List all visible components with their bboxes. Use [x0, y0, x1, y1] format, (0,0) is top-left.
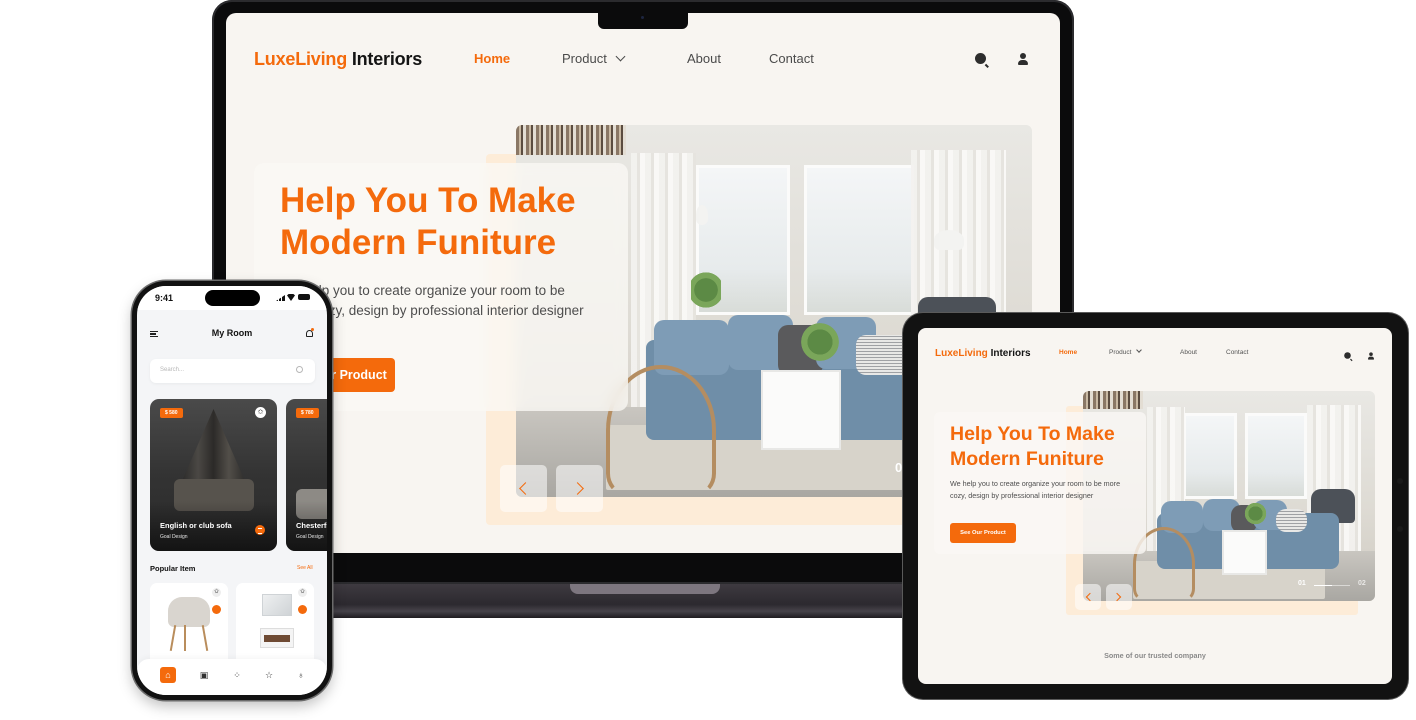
slider-next-button[interactable]	[556, 465, 603, 512]
card-action-button[interactable]	[298, 605, 307, 614]
card-action-button[interactable]	[255, 525, 265, 535]
bottom-tab-bar: ⌂ ▣ ⁘ ☆ ♁	[137, 659, 327, 695]
nav-product[interactable]: Product	[562, 51, 626, 66]
nav-home[interactable]: Home	[1059, 349, 1077, 356]
battery-icon	[298, 294, 310, 300]
slider-next-button[interactable]	[1106, 584, 1132, 610]
product-name: Chesterfield	[296, 521, 327, 530]
slide-counter: 0	[895, 460, 903, 475]
slide-progress-fill	[1314, 585, 1332, 586]
chevron-down-icon	[615, 51, 626, 62]
favorite-star-icon[interactable]: ✩	[212, 588, 221, 597]
tab-grid-icon[interactable]: ⁘	[229, 667, 245, 683]
tab-home-icon[interactable]: ⌂	[160, 667, 176, 683]
notification-dot	[311, 328, 314, 331]
brand-name-secondary: Interiors	[351, 49, 423, 69]
tablet-sensor	[1397, 526, 1403, 532]
chevron-right-icon	[1112, 592, 1122, 602]
status-bar: 9:41	[137, 286, 327, 310]
search-input[interactable]: Search...	[150, 359, 315, 383]
user-icon[interactable]	[1018, 53, 1028, 65]
nav-product-label: Product	[1109, 349, 1132, 356]
notification-bell-icon[interactable]	[306, 330, 313, 337]
nav-about[interactable]: About	[1180, 349, 1197, 356]
hero-headline-line2: Modern Funiture	[280, 223, 557, 262]
dynamic-island	[205, 290, 260, 306]
brand-logo[interactable]: LuxeLiving Interiors	[254, 49, 422, 70]
hero-headline-line1: Help You To Make	[950, 423, 1115, 445]
brand-name-secondary: Interiors	[990, 348, 1031, 359]
tab-calendar-icon[interactable]: ▣	[196, 667, 212, 683]
price-badge: $ 580	[160, 408, 183, 418]
chevron-down-icon	[1136, 347, 1143, 353]
wifi-icon	[287, 294, 295, 301]
slide-progress-bar	[1314, 585, 1350, 586]
product-name: English or club sofa	[160, 521, 232, 530]
search-icon[interactable]	[975, 53, 986, 64]
hero-headline-line1: Help You To Make	[280, 181, 576, 220]
tablet-screen: LuxeLiving Interiors Home Product About …	[918, 328, 1392, 684]
card-action-button[interactable]	[212, 605, 221, 614]
laptop-camera-notch	[598, 13, 688, 29]
nav-product[interactable]: Product	[1109, 347, 1143, 356]
phone-screen: 9:41 My Room Search... $ 580 ✩ English o…	[137, 286, 327, 695]
section-title: Popular Item	[150, 564, 196, 573]
tab-profile-icon[interactable]: ♁	[293, 667, 309, 683]
nav-product-label: Product	[562, 51, 607, 66]
product-brand: Goal Design	[296, 534, 324, 540]
chevron-left-icon	[1085, 592, 1095, 602]
search-icon[interactable]	[1344, 352, 1351, 359]
hero-headline-line2: Modern Funiture	[950, 448, 1104, 470]
slider-prev-button[interactable]	[1075, 584, 1101, 610]
slide-total: 02	[1358, 580, 1366, 587]
search-icon	[296, 366, 303, 373]
signal-icon	[276, 295, 285, 301]
search-placeholder: Search...	[160, 367, 185, 373]
chevron-left-icon	[519, 482, 532, 495]
nav-contact[interactable]: Contact	[769, 51, 814, 66]
favorite-star-icon[interactable]: ✩	[255, 407, 266, 418]
nav-about[interactable]: About	[687, 51, 721, 66]
hero-headline: Help You To Make Modern Funiture	[280, 180, 640, 264]
see-our-product-button[interactable]: See Our Product	[950, 523, 1016, 543]
user-icon[interactable]	[1368, 352, 1374, 360]
chevron-right-icon	[571, 482, 584, 495]
product-brand: Goal Design	[160, 534, 188, 540]
slider-prev-button[interactable]	[500, 465, 547, 512]
favorite-star-icon[interactable]: ✩	[298, 588, 307, 597]
brand-name-primary: LuxeLiving	[254, 49, 348, 69]
trusted-companies-heading: Some of our trusted company	[1104, 651, 1206, 660]
screen-title: My Room	[211, 328, 253, 338]
status-time: 9:41	[155, 293, 174, 303]
slide-current: 01	[1298, 580, 1306, 587]
featured-card[interactable]: $ 780 Chesterfield Goal Design	[286, 399, 327, 551]
hero-description: We help you to create organize your room…	[950, 479, 1121, 500]
hero-headline: Help You To Make Modern Funiture	[950, 422, 1150, 472]
brand-logo[interactable]: LuxeLiving Interiors	[935, 348, 1031, 359]
tablet-sensor	[1397, 478, 1403, 484]
featured-card[interactable]: $ 580 ✩ English or club sofa Goal Design	[150, 399, 277, 551]
nav-home[interactable]: Home	[474, 51, 510, 66]
price-badge: $ 780	[296, 408, 319, 418]
brand-name-primary: LuxeLiving	[935, 348, 988, 359]
tab-favorites-icon[interactable]: ☆	[261, 667, 277, 683]
nav-contact[interactable]: Contact	[1226, 349, 1248, 356]
see-all-link[interactable]: See All	[297, 565, 313, 571]
